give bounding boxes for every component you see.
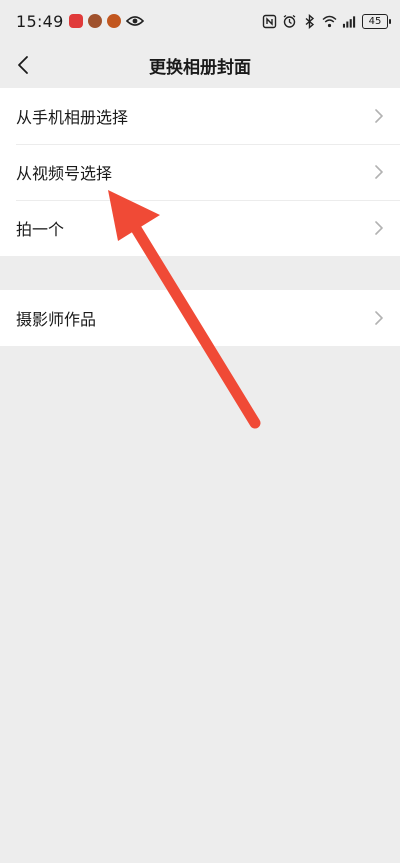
chevron-right-icon — [375, 221, 383, 235]
menu-item-take-photo[interactable]: 拍一个 — [0, 200, 400, 256]
wifi-icon — [322, 15, 337, 27]
menu-item-label: 从视频号选择 — [16, 164, 113, 183]
alarm-icon — [283, 14, 296, 28]
bluetooth-icon — [305, 13, 315, 29]
battery-icon: 45 — [362, 13, 391, 29]
back-button[interactable] — [8, 50, 38, 80]
status-bar: 15:49 45 — [0, 0, 400, 42]
app-notification-icon — [106, 14, 121, 28]
nfc-icon — [262, 14, 277, 28]
chevron-right-icon — [375, 311, 383, 325]
menu-item-channels[interactable]: 从视频号选择 — [0, 144, 400, 200]
signal-icon — [342, 15, 356, 28]
chevron-left-icon — [18, 56, 28, 74]
menu-item-label: 从手机相册选择 — [16, 108, 129, 127]
app-notification-icon — [68, 14, 83, 28]
page-title: 更换相册封面 — [149, 57, 251, 78]
app-notification-icon — [87, 14, 102, 28]
status-time: 15:49 — [16, 11, 64, 31]
chevron-right-icon — [375, 109, 383, 123]
menu-item-photographer-works[interactable]: 摄影师作品 — [0, 290, 400, 346]
photographer-menu: 摄影师作品 — [0, 290, 400, 346]
status-bar-right: 45 — [262, 13, 391, 29]
status-bar-left: 15:49 — [16, 12, 144, 31]
cover-source-menu: 从手机相册选择 从视频号选择 拍一个 — [0, 88, 400, 256]
menu-item-phone-album[interactable]: 从手机相册选择 — [0, 88, 400, 144]
nav-bar: 更换相册封面 — [0, 42, 400, 88]
eye-icon — [125, 16, 144, 26]
menu-item-label: 摄影师作品 — [16, 310, 97, 329]
chevron-right-icon — [375, 165, 383, 179]
menu-item-label: 拍一个 — [16, 220, 65, 239]
